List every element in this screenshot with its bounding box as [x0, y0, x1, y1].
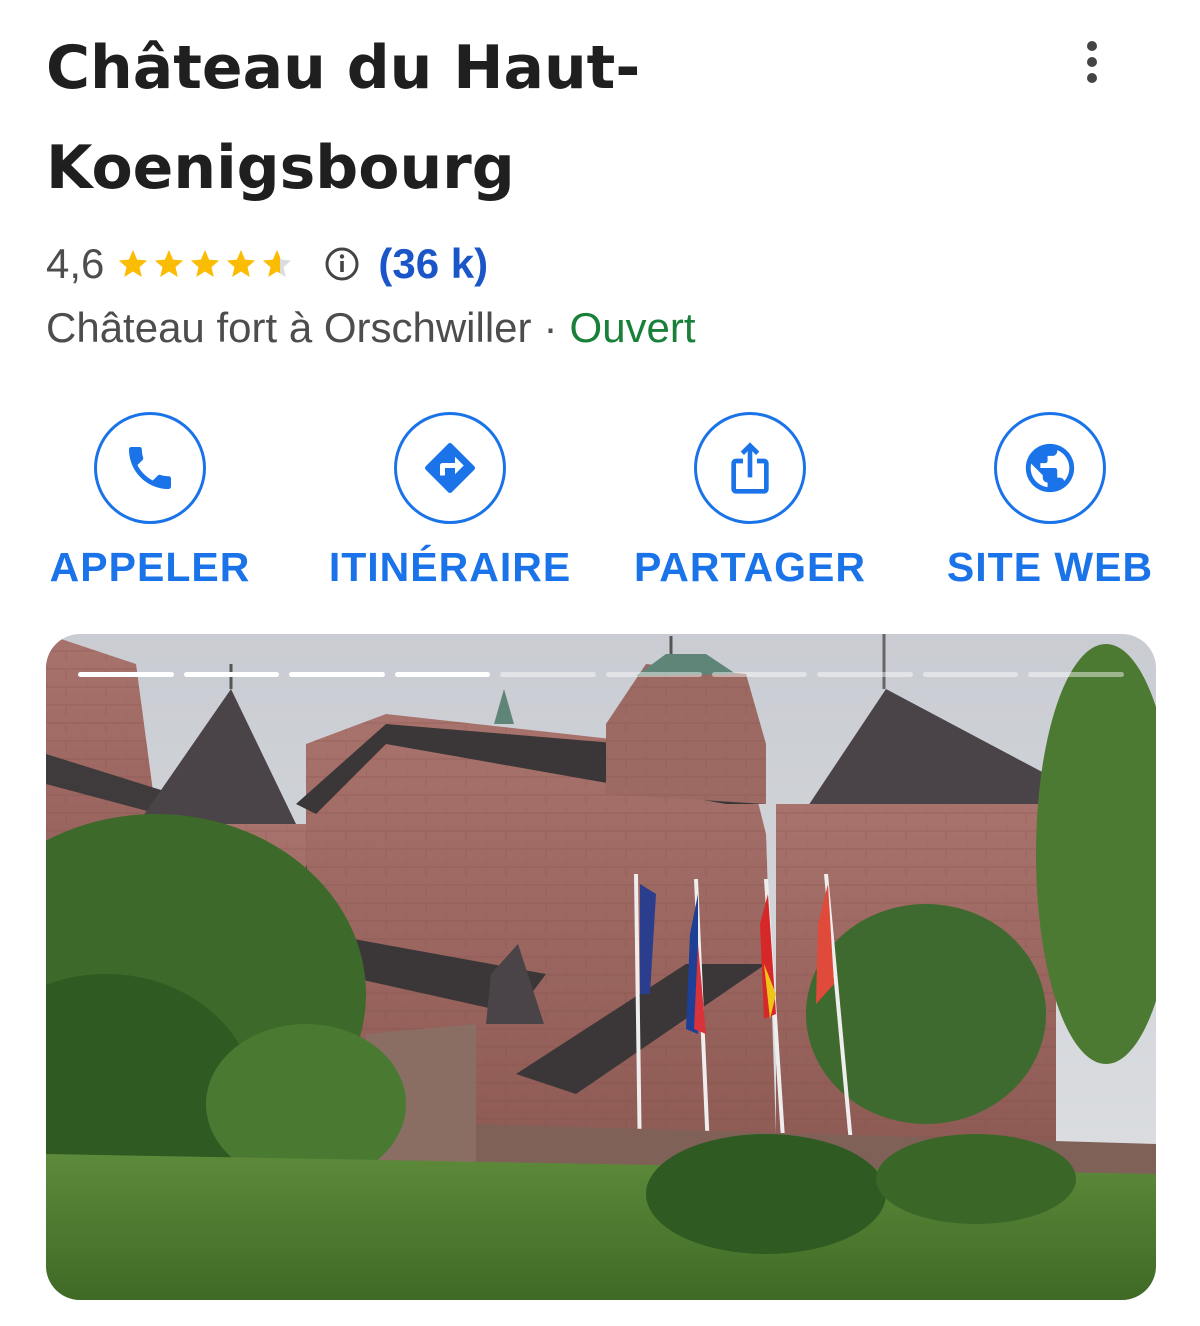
star-icon: [263, 249, 292, 278]
place-title: Château du Haut-Koenigsbourg: [46, 33, 641, 203]
progress-segment: [1028, 672, 1124, 677]
star-icon: [155, 249, 184, 278]
star-icon: [119, 249, 148, 278]
website-button-circle[interactable]: [994, 412, 1106, 524]
progress-segment: [817, 672, 913, 677]
progress-segment: [78, 672, 174, 677]
website-button[interactable]: SITE WEB: [900, 412, 1200, 602]
directions-icon: [425, 442, 476, 493]
action-buttons: APPELER ITINÉRAIRE PARTAGER SITE WEB: [0, 412, 1200, 602]
progress-segment: [500, 672, 596, 677]
progress-segment: [394, 672, 491, 677]
share-button-circle[interactable]: [694, 412, 806, 524]
photo-progress-indicator: [78, 672, 1124, 678]
rating-row: 4,6 (36 k): [46, 236, 488, 292]
progress-segment: [289, 672, 385, 677]
open-status: Ouvert: [569, 304, 696, 351]
reviews-count-link[interactable]: (36 k): [378, 240, 488, 288]
share-label: PARTAGER: [634, 544, 866, 590]
share-icon: [731, 442, 769, 494]
place-subtitle: Château fort à Orschwiller · Ouvert: [46, 304, 696, 352]
progress-segment: [922, 672, 1019, 677]
globe-icon: [1025, 443, 1075, 493]
progress-segment: [711, 672, 808, 677]
star-icon: [191, 249, 220, 278]
call-button-circle[interactable]: [94, 412, 206, 524]
directions-button-circle[interactable]: [394, 412, 506, 524]
place-category: Château fort à Orschwiller: [46, 304, 532, 351]
more-vert-icon: [1087, 41, 1097, 83]
more-options-button[interactable]: [1064, 34, 1120, 90]
star-icon: [227, 249, 256, 278]
phone-icon: [129, 447, 171, 489]
info-icon[interactable]: [324, 246, 360, 282]
website-label: SITE WEB: [946, 544, 1154, 590]
star-rating: [116, 247, 296, 281]
castle-photo-illustration: [46, 634, 1156, 1300]
directions-label: ITINÉRAIRE: [328, 544, 572, 590]
place-photo[interactable]: [46, 634, 1156, 1300]
progress-segment: [605, 672, 702, 677]
separator: ·: [543, 304, 558, 351]
call-button[interactable]: APPELER: [0, 412, 300, 602]
share-button[interactable]: PARTAGER: [600, 412, 900, 602]
call-label: APPELER: [49, 544, 251, 590]
directions-button[interactable]: ITINÉRAIRE: [300, 412, 600, 602]
progress-segment: [183, 672, 280, 677]
rating-value: 4,6: [46, 240, 105, 287]
